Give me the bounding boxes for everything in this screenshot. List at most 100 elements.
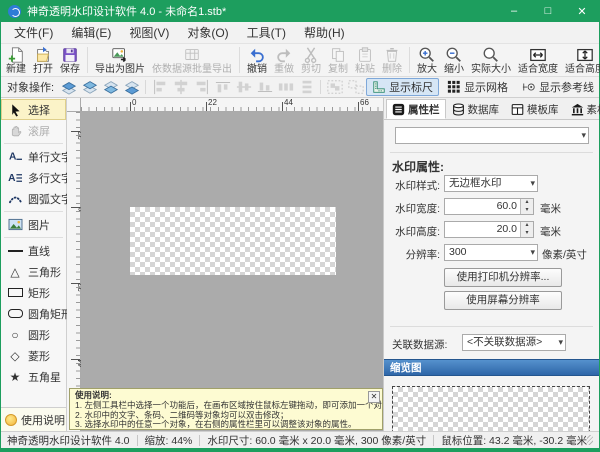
canvas[interactable]: [81, 112, 385, 431]
group-button: [324, 78, 345, 96]
menu-help[interactable]: 帮助(H): [295, 21, 354, 44]
single-line-text-icon: A: [6, 150, 24, 163]
new-button[interactable]: 新建: [3, 45, 29, 76]
resize-grip[interactable]: [587, 435, 593, 445]
send-to-back-icon: [123, 79, 141, 95]
minimize-button[interactable]: –: [497, 0, 531, 22]
tool-line[interactable]: 直线: [1, 240, 66, 261]
menu-view[interactable]: 视图(V): [120, 21, 178, 44]
tool-rounded-rectangle[interactable]: 圆角矩形: [1, 303, 66, 324]
tool-select[interactable]: 选择: [1, 99, 66, 120]
align-right-button: [191, 78, 212, 96]
bring-forward-button[interactable]: [79, 78, 100, 96]
menu-edit[interactable]: 编辑(E): [62, 21, 120, 44]
object-ops-label: 对象操作:: [7, 79, 54, 95]
tool-rectangle[interactable]: 矩形: [1, 282, 66, 303]
database-icon: [452, 103, 465, 116]
menu-tools[interactable]: 工具(T): [238, 21, 295, 44]
tool-single-line-text[interactable]: A 单行文字: [1, 146, 66, 167]
paste-icon: [356, 46, 374, 64]
height-label: 水印高度:: [386, 224, 440, 239]
tool-arc-text[interactable]: 圆弧文字: [1, 188, 66, 209]
tab-properties[interactable]: 属性栏: [386, 99, 446, 119]
guides-icon: [522, 80, 536, 94]
ungroup-icon: [347, 79, 365, 95]
spin-up-icon: ▴: [521, 222, 533, 230]
align-top-button: [212, 78, 233, 96]
status-watermark-size: 水印尺寸: 60.0 毫米 x 20.0 毫米, 300 像素/英寸: [207, 433, 426, 448]
width-spinner[interactable]: ▴▾: [520, 199, 533, 214]
align-left-button: [149, 78, 170, 96]
tool-circle[interactable]: ○ 圆形: [1, 324, 66, 345]
align-center-button: [170, 78, 191, 96]
height-spinner[interactable]: ▴▾: [520, 222, 533, 237]
datasource-label: 关联数据源:: [392, 337, 447, 352]
height-input[interactable]: 20.0▴▾: [444, 221, 534, 238]
use-screen-dpi-button[interactable]: 使用屏幕分辨率: [444, 291, 562, 310]
tab-templates[interactable]: 模板库: [505, 99, 565, 119]
object-selector-dropdown[interactable]: [395, 127, 589, 144]
bring-to-front-icon: [60, 79, 78, 95]
batch-export-icon: [183, 46, 201, 64]
cut-icon: [302, 46, 320, 64]
export-image-button[interactable]: 导出为图片: [92, 45, 148, 76]
right-panel: 属性栏 数据库 模板库 素材库 水印属性: 水印样: [383, 98, 599, 431]
style-label: 水印样式:: [386, 178, 440, 193]
lightbulb-icon: [5, 414, 17, 426]
tool-triangle[interactable]: △ 三角形: [1, 261, 66, 282]
tool-image[interactable]: 图片: [1, 214, 66, 235]
delete-button: 删除: [379, 45, 405, 76]
show-grid-toggle[interactable]: 显示网格: [441, 78, 514, 96]
bring-to-front-button[interactable]: [58, 78, 79, 96]
menu-object[interactable]: 对象(O): [178, 21, 237, 44]
tool-star[interactable]: ★ 五角星: [1, 366, 66, 387]
zoom-in-button[interactable]: 放大: [414, 45, 440, 76]
actual-size-button[interactable]: 实际大小: [468, 45, 514, 76]
close-button[interactable]: ✕: [565, 0, 599, 22]
align-middle-icon: [235, 79, 253, 95]
ruler-corner: [67, 98, 81, 112]
help-button[interactable]: 使用说明: [1, 407, 66, 431]
multi-line-text-icon: A: [6, 171, 24, 184]
save-button[interactable]: 保存: [57, 45, 83, 76]
view-toggles: 显示标尺 显示网格 显示参考线: [366, 78, 600, 96]
paste-button: 粘贴: [352, 45, 378, 76]
instructions-close-button[interactable]: ✕: [368, 391, 380, 403]
bring-forward-icon: [81, 79, 99, 95]
width-input[interactable]: 60.0▴▾: [444, 198, 534, 215]
show-guides-toggle[interactable]: 显示参考线: [516, 78, 600, 96]
align-left-icon: [151, 79, 169, 95]
undo-button[interactable]: 撤销: [244, 45, 270, 76]
redo-icon: [275, 46, 293, 64]
watermark-object[interactable]: [130, 207, 336, 275]
zoom-out-button[interactable]: 缩小: [441, 45, 467, 76]
tab-database[interactable]: 数据库: [446, 99, 506, 119]
tool-multi-line-text[interactable]: A 多行文字: [1, 167, 66, 188]
canvas-wrap: 0 22 44 66 22 0 22 44 使用说明: 1. 左侧工具栏中选择一…: [67, 98, 385, 431]
maximize-button[interactable]: □: [531, 0, 565, 22]
main-area: 选择 滚屏 A 单行文字 A 多行文字 圆弧文字 图片: [1, 98, 599, 431]
rounded-rect-icon: [6, 309, 24, 318]
send-backward-button[interactable]: [100, 78, 121, 96]
instructions-line: 3. 选择水印中的任意一个对象，在右侧的属性栏里可以调整该对象的属性。: [75, 420, 368, 430]
fit-width-button[interactable]: 适合宽度: [515, 45, 561, 76]
dpi-dropdown[interactable]: 300: [444, 244, 538, 261]
use-printer-dpi-button[interactable]: 使用打印机分辨率...: [444, 268, 562, 287]
batch-export-button: 依数据源批量导出: [149, 45, 235, 76]
menu-file[interactable]: 文件(F): [5, 21, 62, 44]
datasource-dropdown[interactable]: <不关联数据源>: [462, 334, 566, 351]
fit-height-button[interactable]: 适合高度: [562, 45, 600, 76]
grid-icon: [447, 80, 461, 94]
open-button[interactable]: 打开: [30, 45, 56, 76]
copy-icon: [329, 46, 347, 64]
zoom-out-icon: [445, 46, 463, 64]
tool-diamond[interactable]: ◇ 菱形: [1, 345, 66, 366]
show-ruler-toggle[interactable]: 显示标尺: [366, 78, 439, 96]
object-ops-toolbar: 对象操作: 显示标尺 显示网格 显示参考线: [1, 77, 599, 98]
style-dropdown[interactable]: 无边框水印: [444, 175, 538, 192]
open-file-icon: [34, 46, 52, 64]
tab-materials[interactable]: 素材库: [565, 99, 600, 119]
send-to-back-button[interactable]: [121, 78, 142, 96]
toolbar-separator: [409, 47, 410, 73]
title-bar: 神奇透明水印设计软件 4.0 - 未命名1.stb* – □ ✕: [1, 0, 599, 22]
